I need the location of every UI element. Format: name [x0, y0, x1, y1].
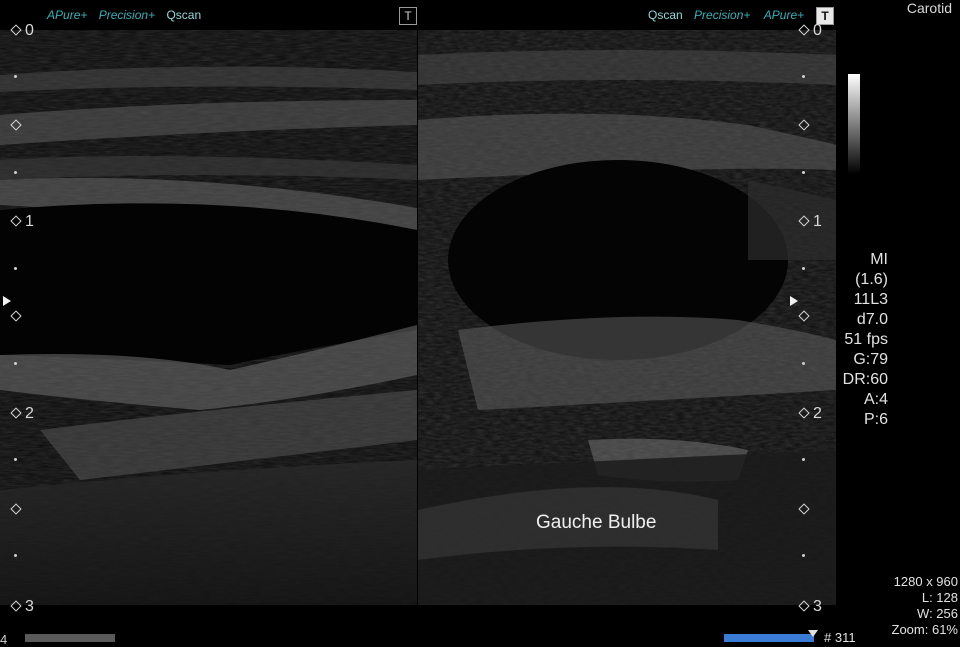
- t-toggle-icon-left[interactable]: T: [399, 7, 417, 25]
- right-cine-bar[interactable]: [724, 634, 814, 642]
- cine-marker-icon: [808, 630, 818, 637]
- depth-tick-dot: [14, 554, 17, 557]
- zoom-text: Zoom: 61%: [891, 622, 958, 637]
- grayscale-bar: [848, 74, 860, 174]
- imaging-parameters: MI (1.6) 11L3 d7.0 51 fps G:79 DR:60 A:4…: [843, 250, 888, 430]
- depth-tick-dot: [802, 554, 805, 557]
- depth-tick-dot: [14, 362, 17, 365]
- depth-label-0-right: 0: [813, 22, 822, 39]
- precision-label-left[interactable]: Precision+: [99, 8, 155, 22]
- fps-value: 51 fps: [844, 331, 888, 348]
- precision-label-right[interactable]: Precision+: [694, 8, 750, 22]
- pure-label-right-text[interactable]: Pure+: [772, 8, 804, 22]
- left-cine-bar[interactable]: [25, 634, 115, 642]
- focus-marker-icon-right[interactable]: [790, 296, 798, 306]
- left-ultrasound-image[interactable]: [0, 30, 417, 605]
- right-header-labels: Qscan Precision+ APure+: [648, 8, 804, 22]
- depth-tick-dot: [14, 267, 17, 270]
- pure-label-right[interactable]: A: [764, 8, 772, 22]
- mi-value: (1.6): [855, 271, 888, 288]
- focus-marker-icon-left[interactable]: [3, 296, 11, 306]
- depth-label-2-left: 2: [25, 405, 34, 422]
- qscan-label-right[interactable]: Qscan: [648, 8, 683, 22]
- depth-tick-dot: [802, 267, 805, 270]
- probe-value: 11L3: [853, 291, 888, 308]
- depth-label-1-right: 1: [813, 213, 822, 230]
- depth-tick-dot: [14, 458, 17, 461]
- depth-tick-dot: [802, 362, 805, 365]
- p-value: P:6: [863, 411, 888, 428]
- depth-tick-dot: [802, 75, 805, 78]
- partial-depth-label: 4: [0, 632, 8, 647]
- annotation-text[interactable]: Gauche Bulbe: [536, 512, 656, 534]
- width-text: W: 256: [917, 606, 958, 621]
- level-text: L: 128: [921, 590, 958, 605]
- depth-value: d7.0: [856, 311, 888, 328]
- depth-label-0-left: 0: [25, 22, 34, 39]
- depth-label-1-left: 1: [25, 213, 34, 230]
- left-scan-svg: [0, 30, 417, 605]
- pure-label-left-text[interactable]: Pure+: [55, 8, 87, 22]
- depth-tick-dot: [14, 171, 17, 174]
- depth-label-2-right: 2: [813, 405, 822, 422]
- left-header-labels: APure+ Precision+ Qscan: [47, 8, 201, 22]
- resolution-text: 1280 x 960: [893, 574, 958, 589]
- gain-value: G:79: [853, 351, 888, 368]
- depth-label-3-left: 3: [25, 598, 34, 615]
- qscan-label-left[interactable]: Qscan: [166, 8, 201, 22]
- a-value: A:4: [863, 391, 888, 408]
- dynamic-range-value: DR:60: [842, 371, 888, 388]
- frame-number: # 311: [824, 630, 856, 645]
- mi-label: MI: [870, 251, 888, 268]
- preset-label: Carotid: [906, 0, 952, 16]
- depth-tick-dot: [802, 171, 805, 174]
- depth-label-3-right: 3: [813, 598, 822, 615]
- depth-tick-dot: [802, 458, 805, 461]
- depth-tick-dot: [14, 75, 17, 78]
- image-info: 1280 x 960 L: 128 W: 256 Zoom: 61%: [892, 574, 958, 638]
- pure-label-left[interactable]: A: [47, 8, 55, 22]
